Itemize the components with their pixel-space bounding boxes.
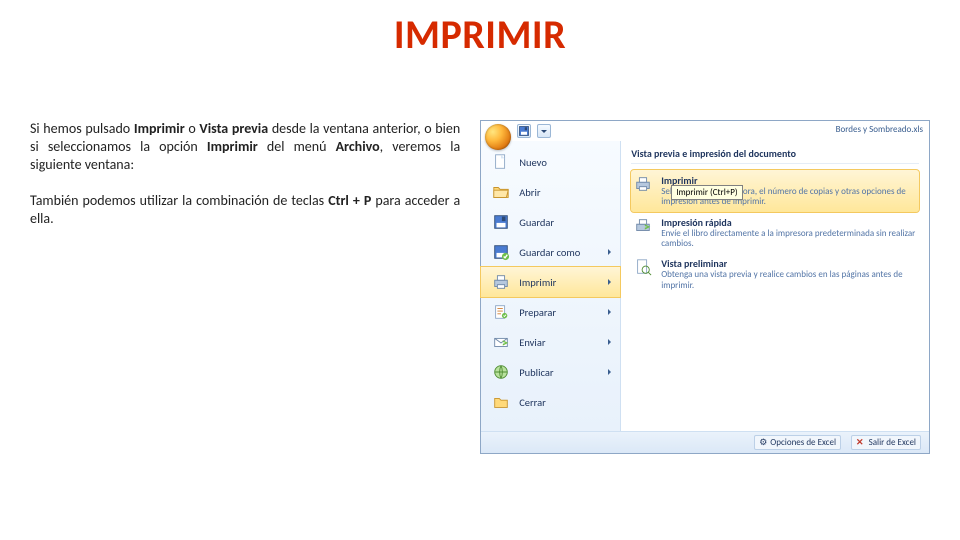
print-preview-icon bbox=[633, 257, 653, 277]
chevron-right-icon bbox=[608, 279, 614, 285]
chevron-right-icon bbox=[608, 339, 614, 345]
body-text: Si hemos pulsado Imprimir o Vista previa… bbox=[30, 120, 460, 454]
publish-icon bbox=[491, 362, 511, 382]
menu-item-abrir[interactable]: Abrir bbox=[481, 177, 620, 207]
window-title: Bordes y Sombreado.xls bbox=[836, 124, 923, 135]
label: Salir de Excel bbox=[869, 437, 916, 448]
label: Imprimir bbox=[519, 276, 556, 289]
item-desc: Envíe el libro directamente a la impreso… bbox=[661, 229, 917, 250]
menu-item-imprimir[interactable]: Imprimir bbox=[481, 267, 620, 297]
menu-item-preparar[interactable]: Preparar bbox=[481, 297, 620, 327]
t: del menú bbox=[258, 138, 336, 155]
menu-item-guardar-como[interactable]: Guardar como bbox=[481, 237, 620, 267]
printer-icon bbox=[633, 174, 653, 194]
chevron-right-icon bbox=[608, 249, 614, 255]
exit-excel-button[interactable]: Salir de Excel bbox=[851, 435, 921, 450]
chevron-right-icon bbox=[608, 369, 614, 375]
office-menu-left-column: Nuevo Abrir Guardar Guardar como bbox=[481, 141, 621, 431]
office-menu: Bordes y Sombreado.xls Nuevo Abrir Guard… bbox=[480, 120, 930, 454]
label: Abrir bbox=[519, 186, 540, 199]
options-icon: ⚙ bbox=[759, 437, 767, 448]
right-pane-header: Vista previa e impresión del documento bbox=[631, 147, 919, 164]
t: Imprimir bbox=[207, 138, 258, 155]
quick-print-icon bbox=[633, 216, 653, 236]
label: Guardar como bbox=[519, 246, 580, 259]
new-file-icon bbox=[491, 152, 511, 172]
submenu-item-impresion-rapida[interactable]: Impresión rápida Envíe el libro directam… bbox=[631, 212, 919, 254]
qat-dropdown-icon[interactable] bbox=[537, 124, 551, 138]
submenu-item-imprimir[interactable]: Imprimir Seleccione una impresora, el nú… bbox=[631, 170, 919, 212]
label: Nuevo bbox=[519, 156, 547, 169]
close-icon bbox=[856, 437, 866, 448]
excel-options-button[interactable]: ⚙ Opciones de Excel bbox=[754, 435, 841, 450]
qat-save-icon[interactable] bbox=[517, 124, 531, 138]
t: También podemos utilizar la combinación … bbox=[30, 192, 328, 209]
label: Opciones de Excel bbox=[770, 437, 836, 448]
item-desc: Obtenga una vista previa y realice cambi… bbox=[661, 270, 917, 291]
label: Enviar bbox=[519, 336, 545, 349]
t: Ctrl + P bbox=[328, 192, 371, 209]
t: Archivo bbox=[336, 138, 380, 155]
label: Publicar bbox=[519, 366, 553, 379]
label: Preparar bbox=[519, 306, 556, 319]
page-title: IMPRIMIR bbox=[0, 10, 960, 59]
tooltip: Imprimir (Ctrl+P) bbox=[671, 185, 742, 200]
save-icon bbox=[491, 212, 511, 232]
item-title: Impresión rápida bbox=[661, 216, 917, 229]
t: Imprimir bbox=[134, 120, 185, 137]
menu-item-nuevo[interactable]: Nuevo bbox=[481, 147, 620, 177]
t: Si hemos pulsado bbox=[30, 120, 134, 137]
printer-icon bbox=[491, 272, 511, 292]
prepare-icon bbox=[491, 302, 511, 322]
t: o bbox=[185, 120, 200, 137]
t: Vista previa bbox=[199, 120, 268, 137]
chevron-right-icon bbox=[608, 309, 614, 315]
submenu-item-vista-preliminar[interactable]: Vista preliminar Obtenga una vista previ… bbox=[631, 253, 919, 295]
menu-item-guardar[interactable]: Guardar bbox=[481, 207, 620, 237]
open-folder-icon bbox=[491, 182, 511, 202]
office-menu-footer: ⚙ Opciones de Excel Salir de Excel bbox=[481, 431, 929, 453]
menu-item-enviar[interactable]: Enviar bbox=[481, 327, 620, 357]
menu-item-publicar[interactable]: Publicar bbox=[481, 357, 620, 387]
quick-access-toolbar: Bordes y Sombreado.xls bbox=[481, 121, 929, 141]
label: Cerrar bbox=[519, 396, 546, 409]
close-folder-icon bbox=[491, 392, 511, 412]
label: Guardar bbox=[519, 216, 554, 229]
save-as-icon bbox=[491, 242, 511, 262]
menu-item-cerrar[interactable]: Cerrar bbox=[481, 387, 620, 417]
send-icon bbox=[491, 332, 511, 352]
office-menu-right-column: Vista previa e impresión del documento I… bbox=[621, 141, 929, 431]
